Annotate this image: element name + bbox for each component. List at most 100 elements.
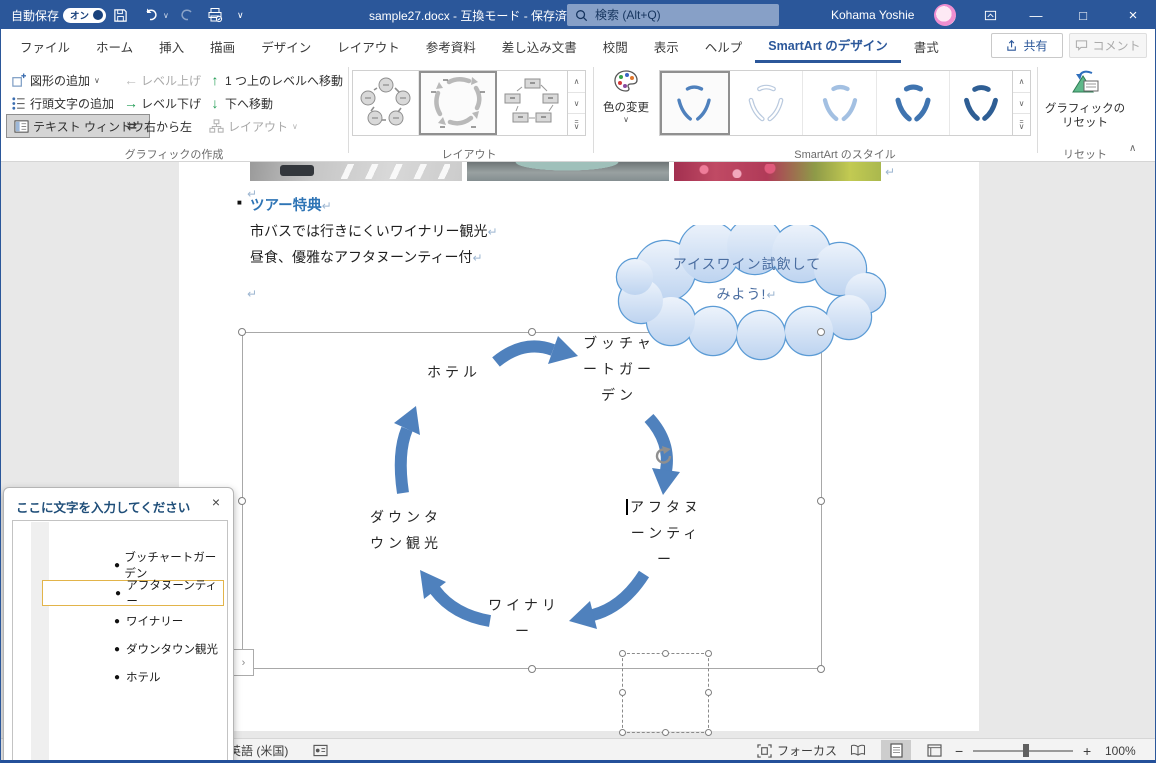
text-pane-item[interactable]: ● ブッチャートガーデン: [42, 552, 224, 580]
style-thumb-5[interactable]: [950, 71, 1013, 135]
macro-record-icon[interactable]: [313, 739, 328, 760]
share-button[interactable]: 共有: [991, 33, 1063, 58]
doc-heading[interactable]: ツアー特典↵: [250, 194, 332, 215]
gallery-down-icon[interactable]: ∨: [568, 93, 585, 115]
tab-draw[interactable]: 描画: [197, 29, 248, 63]
shape-handle[interactable]: [662, 729, 669, 736]
print-button[interactable]: [207, 1, 223, 29]
frame-handle[interactable]: [238, 328, 246, 336]
tab-mailings[interactable]: 差し込み文書: [489, 29, 590, 63]
gallery-up-icon[interactable]: ∧: [568, 71, 585, 93]
tab-format[interactable]: 書式: [901, 29, 952, 63]
photo-street[interactable]: [250, 162, 462, 181]
smartart-node-afternoon[interactable]: アフタヌ ーンティー: [621, 494, 711, 572]
zoom-slider-thumb[interactable]: [1023, 744, 1029, 757]
gallery-up-icon[interactable]: ∧: [1013, 71, 1031, 93]
close-button[interactable]: ×: [1116, 1, 1150, 29]
style-thumb-3[interactable]: [803, 71, 877, 135]
tab-view[interactable]: 表示: [641, 29, 692, 63]
add-bullet-button[interactable]: 行頭文字の追加: [9, 92, 114, 114]
text-pane-collapse-button[interactable]: ›: [233, 649, 254, 676]
tab-insert[interactable]: 挿入: [146, 29, 197, 63]
shape-handle[interactable]: [705, 650, 712, 657]
smartart-frame[interactable]: [242, 332, 822, 669]
zoom-in-icon[interactable]: +: [1083, 739, 1091, 760]
change-colors-button[interactable]: 色の変更 ∨: [599, 69, 653, 124]
focus-mode-button[interactable]: フォーカス: [757, 739, 837, 760]
style-thumb-1-selected[interactable]: [660, 71, 730, 135]
layout-thumb-basic-cycle[interactable]: [353, 71, 419, 135]
comments-button[interactable]: コメント: [1069, 33, 1147, 58]
gallery-more-icon[interactable]: = ∨: [568, 114, 585, 135]
tab-references[interactable]: 参考資料: [413, 29, 489, 63]
undo-button[interactable]: ∨: [143, 1, 169, 29]
style-thumb-2[interactable]: [729, 71, 804, 135]
shape-handle[interactable]: [705, 689, 712, 696]
move-up-button[interactable]: ↑ 1 つ上のレベルへ移動: [207, 69, 344, 91]
tab-layout[interactable]: レイアウト: [324, 29, 413, 63]
frame-handle[interactable]: [817, 328, 825, 336]
gallery-more-icon[interactable]: = ∨: [1013, 114, 1030, 135]
frame-handle[interactable]: [528, 665, 536, 673]
text-pane-item-selected[interactable]: ● アフタヌーンティー: [42, 580, 224, 608]
account-name[interactable]: Kohama Yoshie: [831, 1, 914, 29]
search-input[interactable]: [595, 8, 755, 22]
frame-handle[interactable]: [817, 665, 825, 673]
move-down-button[interactable]: ↓ 下へ移動: [207, 92, 274, 114]
minimize-button[interactable]: —: [1019, 1, 1053, 29]
language-indicator[interactable]: 英語 (米国): [229, 739, 288, 760]
rotation-handle-icon[interactable]: [653, 445, 675, 467]
text-pane-item[interactable]: ● ワイナリー: [42, 608, 224, 634]
read-mode-button[interactable]: [843, 740, 873, 760]
undo-dropdown-icon[interactable]: ∨: [163, 11, 169, 20]
layout-thumb-block-cycle-selected[interactable]: [419, 71, 497, 135]
save-icon[interactable]: [113, 1, 128, 29]
pilcrow-mark: ↵: [247, 287, 258, 301]
layout-thumb-rect-cycle[interactable]: [497, 71, 567, 135]
doc-body-line-2[interactable]: 昼食、優雅なアフタヌーンティー付↵: [250, 247, 483, 267]
add-shape-button[interactable]: 図形の追加 ∨: [9, 69, 100, 91]
search-box[interactable]: [567, 4, 779, 26]
zoom-level[interactable]: 100%: [1105, 739, 1136, 760]
reset-graphic-button[interactable]: グラフィックのリセット: [1043, 68, 1127, 130]
cloud-text[interactable]: アイスワイン試飲して みよう!↵: [629, 249, 865, 310]
collapse-ribbon-icon[interactable]: ∧: [1129, 143, 1136, 154]
shape-handle[interactable]: [619, 689, 626, 696]
text-pane-close-icon[interactable]: ×: [207, 493, 225, 511]
shape-handle[interactable]: [619, 650, 626, 657]
right-to-left-button[interactable]: ⇄ 右から左: [123, 115, 192, 137]
tab-file[interactable]: ファイル: [7, 29, 83, 63]
print-layout-button[interactable]: [881, 740, 911, 760]
shape-handle[interactable]: [662, 650, 669, 657]
photo-fountain[interactable]: [467, 162, 669, 181]
tab-smartart-design[interactable]: SmartArt のデザイン: [755, 29, 901, 63]
doc-body-line-1[interactable]: 市バスでは行きにくいワイナリー観光↵: [250, 221, 498, 241]
web-layout-button[interactable]: [919, 740, 949, 760]
style-thumb-4[interactable]: [876, 71, 951, 135]
document-title[interactable]: sample27.docx - 互換モード - 保存済み ▾: [369, 1, 589, 29]
tab-home[interactable]: ホーム: [83, 29, 146, 63]
text-pane-item[interactable]: ● ホテル: [42, 664, 224, 690]
photo-flowers[interactable]: [674, 162, 881, 181]
frame-handle[interactable]: [238, 497, 246, 505]
selected-shape-afternoon[interactable]: [622, 653, 709, 733]
tab-design[interactable]: デザイン: [248, 29, 324, 63]
maximize-button[interactable]: □: [1066, 1, 1100, 29]
ribbon-display-options-button[interactable]: [973, 1, 1007, 29]
gallery-down-icon[interactable]: ∨: [1013, 93, 1031, 115]
add-shape-dropdown-icon: ∨: [94, 75, 100, 85]
tab-help[interactable]: ヘルプ: [692, 29, 756, 63]
tab-review[interactable]: 校閲: [590, 29, 641, 63]
frame-handle[interactable]: [817, 497, 825, 505]
avatar[interactable]: [934, 1, 956, 29]
demote-button[interactable]: → レベル下げ: [123, 92, 201, 114]
frame-handle[interactable]: [528, 328, 536, 336]
shape-handle[interactable]: [705, 729, 712, 736]
text-pane-item[interactable]: ● ダウンタウン観光: [42, 636, 224, 662]
shape-handle[interactable]: [619, 729, 626, 736]
smartart-text-pane: ここに文字を入力してください × ● ブッチャートガーデン ● アフタヌーンティー …: [3, 487, 234, 760]
autosave-toggle[interactable]: オン: [63, 1, 107, 29]
photo-car: [280, 165, 314, 176]
quick-access-dropdown-icon[interactable]: ∨: [237, 1, 244, 29]
zoom-out-icon[interactable]: −: [955, 739, 963, 760]
